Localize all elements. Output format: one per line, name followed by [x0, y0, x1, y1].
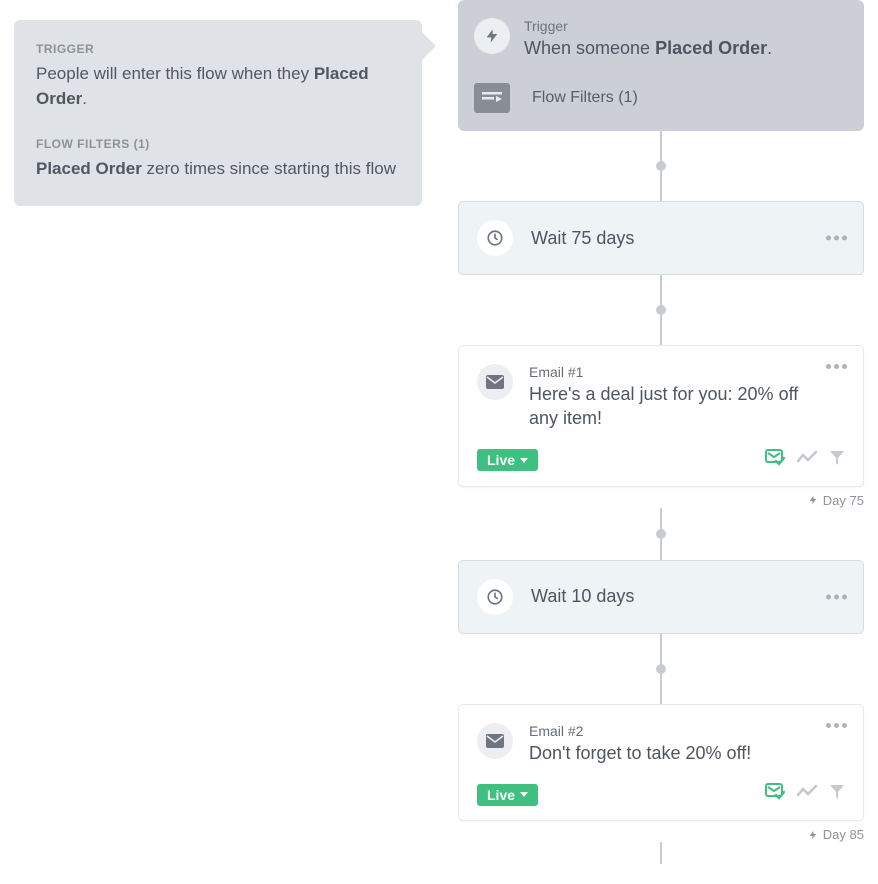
funnel-icon[interactable] — [829, 784, 845, 805]
email-subject: Don't forget to take 20% off! — [529, 741, 821, 765]
more-icon[interactable] — [826, 594, 847, 599]
wait-text: Wait 10 days — [531, 586, 634, 607]
caret-down-icon — [520, 458, 528, 463]
connector-dot — [656, 305, 666, 315]
connector — [660, 634, 662, 704]
bolt-icon — [474, 18, 510, 54]
connector — [660, 508, 662, 560]
smart-send-icon[interactable] — [765, 783, 785, 806]
trigger-card[interactable]: Trigger When someone Placed Order. Flow … — [458, 0, 864, 131]
day-tag: Day 85 — [458, 827, 864, 842]
connector — [660, 842, 662, 864]
flow-column: Trigger When someone Placed Order. Flow … — [458, 0, 864, 864]
trigger-text-prefix: People will enter this flow when they — [36, 64, 314, 83]
email-card[interactable]: Email #1 Here's a deal just for you: 20%… — [458, 345, 864, 487]
smart-send-icon[interactable] — [765, 449, 785, 472]
connector-dot — [656, 529, 666, 539]
envelope-icon — [477, 723, 513, 759]
caret-down-icon — [520, 792, 528, 797]
envelope-icon — [477, 364, 513, 400]
status-text: Live — [487, 787, 515, 803]
connector-dot — [656, 161, 666, 171]
more-icon[interactable] — [826, 236, 847, 241]
email-label: Email #1 — [529, 364, 821, 380]
connector-dot — [656, 664, 666, 674]
wait-card[interactable]: Wait 75 days — [458, 201, 864, 275]
email-card[interactable]: Email #2 Don't forget to take 20% off! L… — [458, 704, 864, 821]
trigger-summary-panel: TRIGGER People will enter this flow when… — [14, 20, 422, 206]
trigger-card-label: Trigger — [524, 18, 772, 34]
wait-card[interactable]: Wait 10 days — [458, 560, 864, 634]
trigger-section-label: TRIGGER — [36, 42, 400, 56]
wait-text: Wait 75 days — [531, 228, 634, 249]
status-text: Live — [487, 452, 515, 468]
funnel-icon[interactable] — [829, 450, 845, 471]
email-label: Email #2 — [529, 723, 821, 739]
email-subject: Here's a deal just for you: 20% off any … — [529, 382, 821, 431]
more-icon[interactable] — [826, 723, 847, 728]
status-badge[interactable]: Live — [477, 449, 538, 471]
filter-suffix: zero times since starting this flow — [142, 159, 396, 178]
day-tag-text: Day 85 — [823, 827, 864, 842]
flow-filters-link[interactable]: Flow Filters (1) — [532, 89, 638, 107]
analytics-icon[interactable] — [797, 451, 817, 470]
period: . — [82, 89, 87, 108]
flow-filters-row[interactable]: Flow Filters (1) — [474, 83, 848, 113]
day-tag-text: Day 75 — [823, 493, 864, 508]
more-icon[interactable] — [826, 364, 847, 369]
trigger-desc-prefix: When someone — [524, 38, 655, 58]
trigger-desc-event: Placed Order — [655, 38, 767, 58]
clock-icon — [477, 579, 513, 615]
day-tag: Day 75 — [458, 493, 864, 508]
status-badge[interactable]: Live — [477, 784, 538, 806]
clock-icon — [477, 220, 513, 256]
connector — [660, 275, 662, 345]
connector — [660, 131, 662, 201]
flow-filters-label: FLOW FILTERS (1) — [36, 137, 400, 151]
flow-filter-text: Placed Order zero times since starting t… — [36, 157, 400, 182]
filter-icon — [474, 83, 510, 113]
filter-event: Placed Order — [36, 159, 142, 178]
trigger-card-desc: When someone Placed Order. — [524, 36, 772, 61]
trigger-summary-text: People will enter this flow when they Pl… — [36, 62, 400, 111]
analytics-icon[interactable] — [797, 785, 817, 804]
